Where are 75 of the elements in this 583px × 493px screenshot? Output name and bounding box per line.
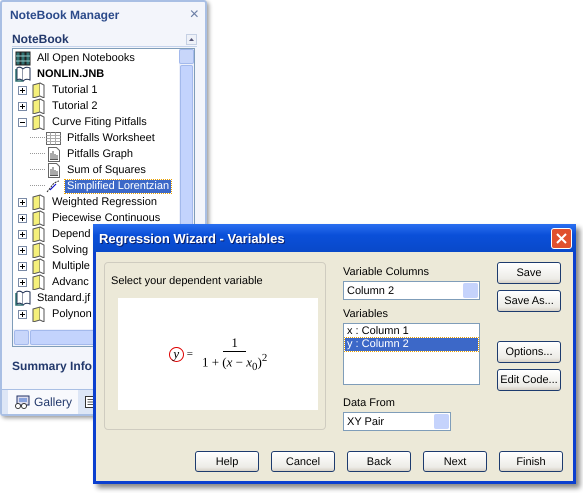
field-label: Variable Columns xyxy=(343,266,430,278)
notebook-section-icon xyxy=(30,82,47,98)
tree-item[interactable]: Weighted Regression xyxy=(50,196,159,208)
tree-item[interactable]: Advanc xyxy=(50,276,91,288)
close-button[interactable] xyxy=(551,228,572,248)
gallery-icon xyxy=(14,395,30,409)
expander[interactable] xyxy=(18,214,27,222)
expander[interactable] xyxy=(18,262,27,270)
notebook-section-icon xyxy=(30,98,47,114)
variable-columns-dropdown[interactable]: Column 2 xyxy=(343,281,480,300)
collapse-icon[interactable] xyxy=(186,34,197,44)
notebook-icon xyxy=(15,66,32,82)
expander[interactable] xyxy=(18,278,27,286)
tree-item[interactable]: Standard.jf xyxy=(35,292,92,304)
nav-button[interactable]: Finish xyxy=(499,451,563,472)
list-item[interactable]: x : Column 1 xyxy=(345,325,478,338)
dialog-button[interactable]: Edit Code... xyxy=(497,369,561,391)
worksheet-icon xyxy=(45,130,62,146)
notebook-section-icon xyxy=(30,274,47,290)
expander[interactable] xyxy=(18,118,27,126)
equation-variable[interactable]: y xyxy=(168,346,184,362)
section-header: NoteBook xyxy=(12,32,69,46)
notebook-section-icon xyxy=(30,306,47,322)
notebook-section-icon xyxy=(30,114,47,130)
notebook-icon xyxy=(15,290,32,306)
graph-page-icon xyxy=(45,146,62,162)
numerator: 1 xyxy=(223,335,246,352)
expander[interactable] xyxy=(18,198,27,206)
field-label: Data From xyxy=(343,397,396,409)
tree-item[interactable]: Simplified Lorentzian xyxy=(65,180,172,192)
tree-item[interactable]: Tutorial 1 xyxy=(50,84,100,96)
close-icon xyxy=(556,232,567,244)
field-label: Variables xyxy=(343,308,390,320)
notebook-section-icon xyxy=(30,210,47,226)
tree-item[interactable]: Curve Fiting Pitfalls xyxy=(50,116,149,128)
prompt-text: Select your dependent variable xyxy=(111,275,264,287)
panel-title: NoteBook Manager xyxy=(10,8,120,22)
nav-button[interactable]: Cancel xyxy=(271,451,335,472)
expander[interactable] xyxy=(18,86,27,94)
summary-info-header: Summary Info xyxy=(12,359,94,373)
nav-button[interactable]: Back xyxy=(347,451,411,472)
close-button[interactable]: × xyxy=(190,9,199,21)
dialog-button[interactable]: Options... xyxy=(497,341,561,363)
tree-item[interactable]: NONLIN.JNB xyxy=(35,68,106,80)
dialog-button[interactable]: Save xyxy=(497,262,561,284)
nav-button[interactable]: Next xyxy=(423,451,487,472)
tree-item[interactable]: Tutorial 2 xyxy=(50,100,100,112)
expander[interactable] xyxy=(18,102,27,110)
tree-item[interactable]: Multiple xyxy=(50,260,92,272)
panel-tab[interactable]: Gallery xyxy=(8,390,78,414)
tree-item[interactable]: Solving xyxy=(50,244,90,256)
nav-button[interactable]: Help xyxy=(195,451,259,472)
dialog-button[interactable]: Save As... xyxy=(497,290,561,312)
expander[interactable] xyxy=(18,230,27,238)
tree-item[interactable]: Polynon xyxy=(50,308,94,320)
notebook-section-icon xyxy=(30,258,47,274)
dialog-title: Regression Wizard - Variables xyxy=(99,230,285,246)
tree-item[interactable]: All Open Notebooks xyxy=(35,52,137,64)
curve-icon xyxy=(45,178,62,194)
tree-item[interactable]: Sum of Squares xyxy=(65,164,148,176)
tree-item[interactable]: Piecewise Continuous xyxy=(50,212,162,224)
data-from-dropdown[interactable]: XY Pair xyxy=(343,412,451,431)
notebook-section-icon xyxy=(30,226,47,242)
tree-item[interactable]: Pitfalls Graph xyxy=(65,148,136,160)
graph-page-icon xyxy=(45,162,62,178)
books-icon xyxy=(15,50,32,66)
denominator: 1 + (x − x$_{0}$)$^{2}$ xyxy=(202,352,268,373)
tree-item[interactable]: Depend xyxy=(50,228,93,240)
list-item[interactable]: y : Column 2 xyxy=(345,338,478,351)
notebook-section-icon xyxy=(30,242,47,258)
expander[interactable] xyxy=(18,310,27,318)
tree-item[interactable]: Pitfalls Worksheet xyxy=(65,132,157,144)
expander[interactable] xyxy=(18,246,27,254)
equals-sign: = xyxy=(186,348,193,360)
notebook-section-icon xyxy=(30,194,47,210)
